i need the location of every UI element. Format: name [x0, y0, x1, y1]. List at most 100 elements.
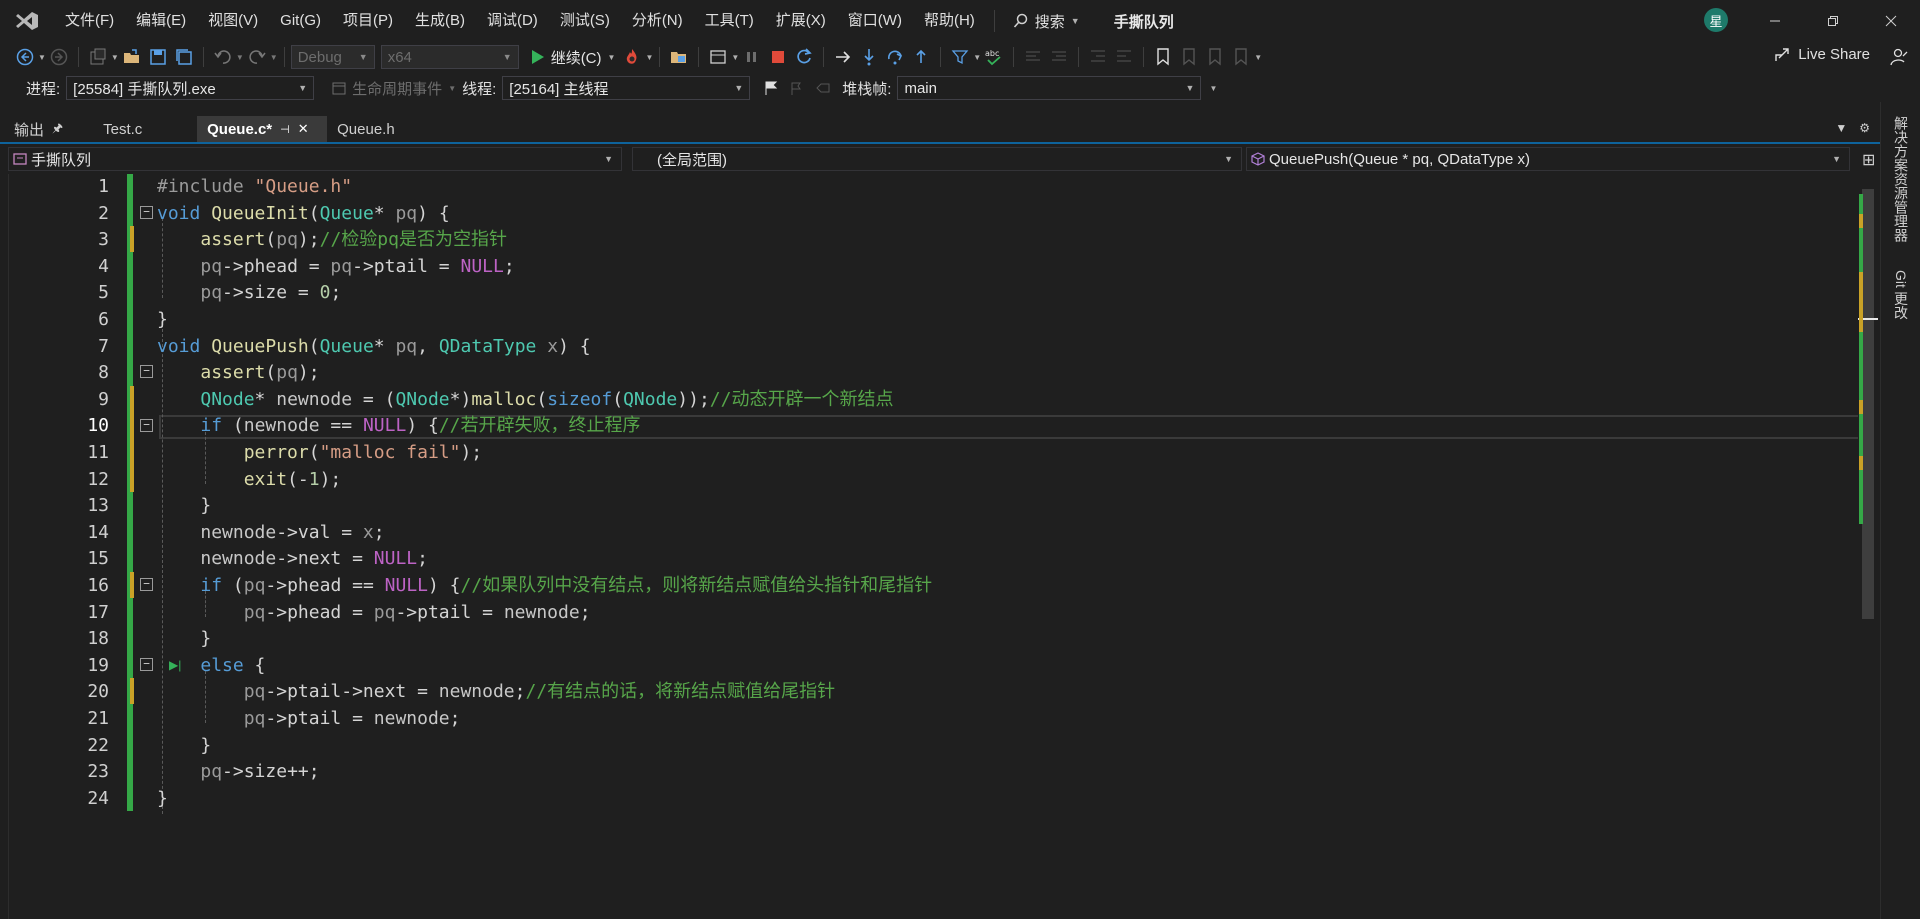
collapse-toggle[interactable]: − — [140, 578, 153, 591]
chevron-down-icon[interactable]: ▼ — [645, 53, 653, 62]
scrollbar-thumb[interactable] — [1862, 189, 1874, 619]
tab-list-dropdown-icon[interactable]: ▼ — [1835, 121, 1847, 135]
previous-bookmark-button[interactable] — [1177, 45, 1201, 69]
diagnostic-tools-button[interactable] — [706, 45, 730, 69]
search-button[interactable]: 搜索 ▼ — [1003, 0, 1090, 42]
code-line[interactable]: pq->size = 0; — [157, 280, 341, 307]
code-line[interactable]: } — [157, 493, 211, 520]
code-line[interactable]: exit(-1); — [157, 467, 342, 494]
show-flagged-threads-button[interactable] — [785, 76, 809, 100]
menu-test[interactable]: 测试(S) — [549, 0, 621, 42]
visual-studio-logo-icon[interactable] — [0, 0, 54, 42]
thread-select[interactable]: [25164] 主线程 ▼ — [502, 76, 751, 100]
chevron-down-icon[interactable]: ▼ — [973, 53, 981, 62]
tab-queue-c[interactable]: Queue.c* ⊣ ✕ — [197, 116, 328, 142]
show-next-statement-button[interactable] — [831, 45, 855, 69]
collapse-toggle[interactable]: − — [140, 206, 153, 219]
code-line[interactable]: void QueuePush(Queue* pq, QDataType x) { — [157, 334, 591, 361]
stack-frame-select[interactable]: main ▼ — [897, 76, 1202, 100]
menu-extensions[interactable]: 扩展(X) — [765, 0, 837, 42]
chevron-down-icon[interactable]: ▼ — [1254, 53, 1262, 62]
navigate-back-button[interactable] — [13, 45, 37, 69]
step-out-button[interactable] — [909, 45, 933, 69]
split-editor-icon[interactable]: ⊞ — [1862, 150, 1875, 170]
code-editor[interactable]: − − − − − ▶| 1 2 3 4 5 6 7 8 9 10 11 12 … — [8, 174, 1867, 919]
next-bookmark-button[interactable] — [1203, 45, 1227, 69]
open-folder-button[interactable] — [667, 45, 691, 69]
code-line[interactable]: } — [157, 307, 168, 334]
menu-window[interactable]: 窗口(W) — [837, 0, 913, 42]
process-select[interactable]: [25584] 手撕队列.exe ▼ — [66, 76, 315, 100]
code-line[interactable]: #include "Queue.h" — [157, 174, 352, 201]
code-line[interactable]: newnode->val = x; — [157, 520, 384, 547]
tab-test-c[interactable]: Test.c — [93, 116, 197, 142]
restart-button[interactable] — [792, 45, 816, 69]
menu-git[interactable]: Git(G) — [269, 0, 332, 42]
spell-check-button[interactable]: abc — [982, 45, 1006, 69]
solution-platform-select[interactable]: x64 ▼ — [380, 45, 519, 69]
collapse-toggle[interactable]: − — [140, 419, 153, 432]
chevron-down-icon[interactable]: ▼ — [270, 53, 278, 62]
pin-icon[interactable]: ⊣ — [280, 123, 290, 136]
solution-configuration-select[interactable]: Debug ▼ — [290, 45, 375, 69]
clear-bookmarks-button[interactable] — [1229, 45, 1253, 69]
toggle-thread-flag-button[interactable] — [759, 76, 783, 100]
editor-vertical-scrollbar[interactable] — [1858, 174, 1878, 919]
project-dropdown[interactable]: 手撕队列 ▼ — [8, 147, 622, 171]
step-over-button[interactable] — [883, 45, 907, 69]
code-line[interactable]: if (newnode == NULL) {//若开辟失败，终止程序 — [157, 413, 640, 440]
undo-button[interactable] — [211, 45, 235, 69]
tab-queue-h[interactable]: Queue.h — [327, 116, 447, 142]
code-line[interactable]: pq->size++; — [157, 759, 319, 786]
menu-tools[interactable]: 工具(T) — [694, 0, 765, 42]
menu-analyze[interactable]: 分析(N) — [621, 0, 694, 42]
collapse-toggle[interactable]: − — [140, 365, 153, 378]
gear-icon[interactable]: ⚙ — [1859, 121, 1870, 135]
outdent-button[interactable] — [1112, 45, 1136, 69]
lifecycle-events-icon[interactable] — [327, 76, 351, 100]
chevron-down-icon[interactable]: ▼ — [731, 53, 739, 62]
code-line[interactable]: perror("malloc fail"); — [157, 440, 482, 467]
menu-build[interactable]: 生成(B) — [404, 0, 476, 42]
stack-frame-icon-button[interactable] — [811, 76, 835, 100]
chevron-down-icon[interactable]: ▼ — [236, 53, 244, 62]
hot-reload-button[interactable] — [620, 45, 644, 69]
menu-debug[interactable]: 调试(D) — [476, 0, 549, 42]
collapse-toggle[interactable]: − — [140, 658, 153, 671]
toggle-bookmark-button[interactable] — [1151, 45, 1175, 69]
continue-button[interactable]: 继续(C) ▼ — [527, 44, 620, 70]
open-file-button[interactable] — [120, 45, 144, 69]
new-project-button[interactable] — [86, 45, 110, 69]
tab-output[interactable]: 输出 🖈 — [0, 116, 73, 142]
code-line[interactable]: void QueueInit(Queue* pq) { — [157, 201, 450, 228]
scope-dropdown[interactable]: (全局范围) ▼ — [632, 147, 1242, 171]
stop-debugging-button[interactable] — [766, 45, 790, 69]
menu-edit[interactable]: 编辑(E) — [125, 0, 197, 42]
code-line[interactable]: } — [157, 733, 211, 760]
code-line[interactable]: if (pq->phead == NULL) {//如果队列中没有结点，则将新结… — [157, 573, 932, 600]
menu-project[interactable]: 项目(P) — [332, 0, 404, 42]
code-line[interactable]: newnode->next = NULL; — [157, 546, 428, 573]
indent-button[interactable] — [1086, 45, 1110, 69]
minimize-button[interactable] — [1746, 0, 1804, 42]
step-into-button[interactable] — [857, 45, 881, 69]
code-line[interactable]: } — [157, 626, 211, 653]
code-line[interactable]: } — [157, 786, 168, 813]
restore-button[interactable] — [1804, 0, 1862, 42]
lifecycle-events-button[interactable]: 生命周期事件 — [352, 78, 442, 99]
redo-button[interactable] — [245, 45, 269, 69]
navigate-forward-button[interactable] — [47, 45, 71, 69]
code-line[interactable]: pq->phead = pq->ptail = NULL; — [157, 254, 514, 281]
code-line[interactable]: QNode* newnode = (QNode*)malloc(sizeof(Q… — [157, 387, 893, 414]
menu-view[interactable]: 视图(V) — [197, 0, 269, 42]
close-button[interactable] — [1862, 0, 1920, 42]
save-button[interactable] — [146, 45, 170, 69]
code-line[interactable]: assert(pq); — [157, 360, 319, 387]
toolbar-options-icon[interactable]: ▼ — [1209, 84, 1217, 93]
member-dropdown[interactable]: QueuePush(Queue * pq, QDataType x) ▼ — [1246, 147, 1850, 171]
chevron-down-icon[interactable]: ▼ — [111, 53, 119, 62]
menu-file[interactable]: 文件(F) — [54, 0, 125, 42]
break-all-button[interactable] — [740, 45, 764, 69]
code-line[interactable]: pq->ptail = newnode; — [157, 706, 461, 733]
git-changes-tab[interactable]: Git 更改 — [1891, 270, 1911, 320]
